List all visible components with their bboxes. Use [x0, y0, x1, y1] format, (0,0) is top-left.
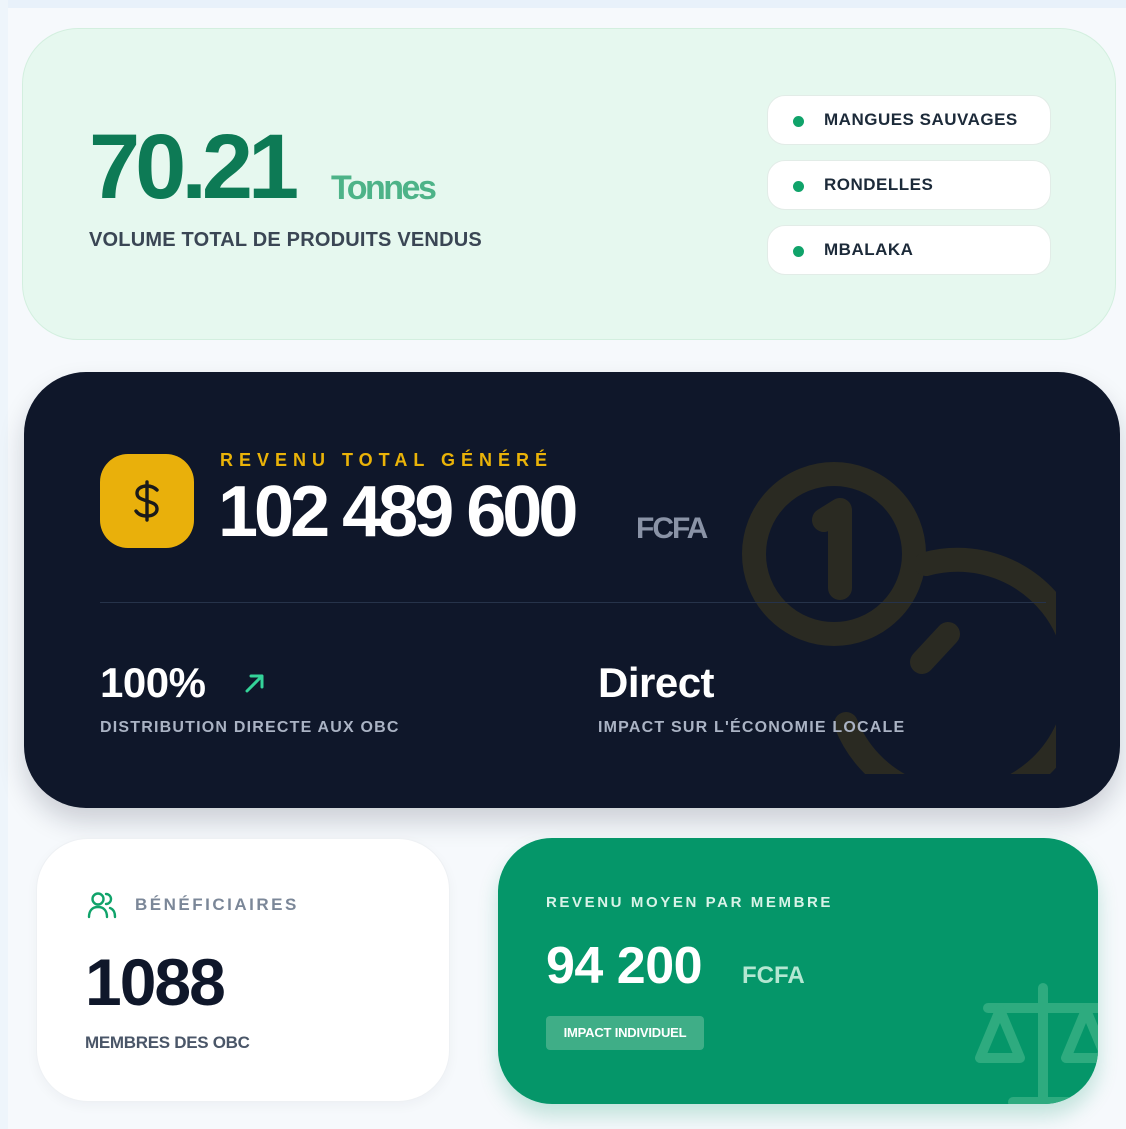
distribution-value: 100%: [100, 659, 206, 706]
dollar-icon: [134, 480, 159, 522]
dashboard-page: 70.21 Tonnes VOLUME TOTAL DE PRODUITS VE…: [0, 0, 1126, 1129]
revenue-label: REVENU TOTAL GÉNÉRÉ: [220, 450, 554, 470]
revenue-card: REVENU TOTAL GÉNÉRÉ 102 489 600 FCFA 100…: [24, 372, 1120, 808]
volume-label: VOLUME TOTAL DE PRODUITS VENDUS: [89, 229, 482, 251]
product-chip-mbalaka: MBALAKA: [767, 225, 1051, 275]
average-revenue-title: REVENU MOYEN PAR MEMBRE: [546, 894, 834, 911]
product-chip-rondelles: RONDELLES: [767, 160, 1051, 210]
bullet-dot-icon: [793, 181, 804, 192]
bullet-dot-icon: [793, 246, 804, 257]
volume-value: 70.21: [89, 116, 299, 218]
scale-icon: [975, 983, 1098, 1104]
volume-card: 70.21 Tonnes VOLUME TOTAL DE PRODUITS VE…: [22, 28, 1116, 340]
product-chip-label: MBALAKA: [824, 240, 914, 259]
beneficiaries-label: MEMBRES DES OBC: [85, 1033, 250, 1052]
impact-badge: IMPACT INDIVIDUEL: [546, 1016, 704, 1050]
beneficiaries-value: 1088: [85, 945, 226, 1019]
product-chip-mangues: MANGUES SAUVAGES: [767, 95, 1051, 145]
average-revenue-unit: FCFA: [742, 962, 805, 989]
bullet-dot-icon: [793, 116, 804, 127]
arrow-up-right-icon: [245, 674, 264, 693]
divider: [100, 602, 1046, 603]
volume-unit: Tonnes: [331, 169, 437, 207]
users-icon: [87, 892, 117, 919]
product-chip-label: RONDELLES: [824, 175, 934, 194]
revenue-value: 102 489 600: [218, 472, 578, 552]
dollar-badge: [100, 454, 194, 548]
beneficiaries-card: BÉNÉFICIAIRES 1088 MEMBRES DES OBC: [36, 838, 450, 1102]
product-chip-label: MANGUES SAUVAGES: [824, 110, 1018, 129]
average-revenue-value: 94 200: [546, 937, 703, 995]
beneficiaries-title: BÉNÉFICIAIRES: [135, 895, 299, 914]
average-revenue-card: REVENU MOYEN PAR MEMBRE 94 200 FCFA IMPA…: [498, 838, 1098, 1104]
impact-value: Direct: [598, 659, 715, 706]
distribution-label: DISTRIBUTION DIRECTE AUX OBC: [100, 719, 400, 736]
impact-label: IMPACT SUR L'ÉCONOMIE LOCALE: [598, 719, 906, 736]
revenue-unit: FCFA: [636, 512, 708, 545]
